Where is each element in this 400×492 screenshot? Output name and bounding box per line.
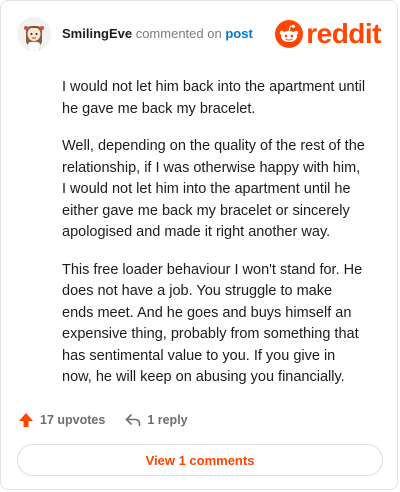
comment-paragraph-1: I would not let him back into the apartm… [62, 79, 366, 117]
snoo-icon [275, 20, 304, 48]
upvote-button[interactable]: 17 upvotes [18, 412, 105, 428]
comment-paragraph-2: Well, depending on the quality of the re… [62, 138, 365, 240]
reddit-logo[interactable]: reddit [275, 20, 381, 48]
reply-button[interactable]: 1 reply [125, 413, 188, 427]
reply-arrow-icon [126, 414, 141, 427]
comment-actions: 17 upvotes 1 reply [18, 410, 208, 430]
avatar-illustration [17, 17, 51, 51]
comment-paragraph-3: This free loader behaviour I won't stand… [62, 261, 363, 386]
user-avatar[interactable] [17, 17, 51, 51]
reddit-wordmark: reddit [306, 18, 381, 49]
upvote-count: 17 upvotes [40, 413, 106, 427]
post-link[interactable]: post [225, 26, 252, 41]
comment-body: I would not let him back into the apartm… [62, 77, 367, 405]
upvote-arrow-icon [19, 413, 33, 427]
username[interactable]: SmilingEve [62, 26, 132, 41]
view-comments-button[interactable]: View 1 comments [17, 444, 383, 476]
comment-header: SmilingEve commented on post reddit [17, 17, 381, 51]
view-comments-label: View 1 comments [145, 452, 255, 468]
comment-card: SmilingEve commented on post reddit I wo… [0, 0, 398, 490]
comment-verb: commented on [135, 26, 222, 41]
reply-count: 1 reply [147, 413, 188, 427]
comment-meta: SmilingEve commented on post [62, 26, 253, 41]
